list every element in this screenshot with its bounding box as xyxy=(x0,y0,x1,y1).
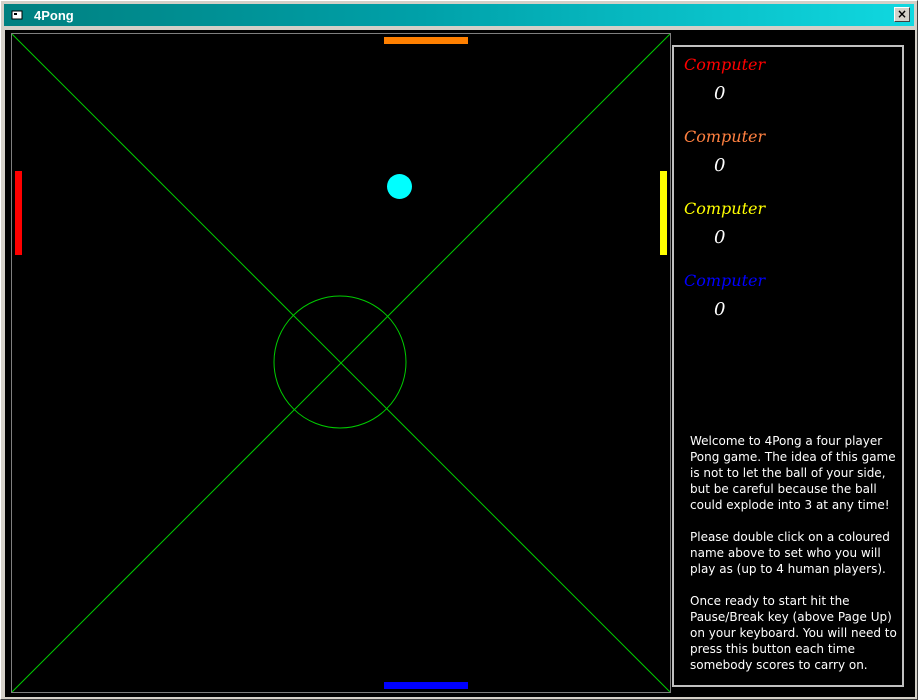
instructions-paragraph-3: Once ready to start hit the Pause/Break … xyxy=(690,594,897,672)
paddle-right xyxy=(660,171,667,255)
window-title: 4Pong xyxy=(34,8,74,23)
instructions-paragraph-1: Welcome to 4Pong a four player Pong game… xyxy=(690,434,896,512)
ball xyxy=(387,174,412,199)
player-4-name[interactable]: Computer xyxy=(684,271,765,290)
close-icon: × xyxy=(896,7,908,21)
title-bar[interactable]: 4Pong × xyxy=(4,4,914,26)
game-area: Computer 0 Computer 0 Computer 0 Compute… xyxy=(5,30,915,697)
paddle-top xyxy=(384,37,468,44)
player-1-score: 0 xyxy=(714,83,726,104)
app-icon xyxy=(11,10,23,20)
player-4-score: 0 xyxy=(714,299,726,320)
player-1-name[interactable]: Computer xyxy=(684,55,765,74)
game-window: 4Pong × Computer 0 Computer 0 Computer 0… xyxy=(0,0,918,700)
court-lines xyxy=(12,34,670,692)
paddle-left xyxy=(15,171,22,255)
instructions-text: Welcome to 4Pong a four player Pong game… xyxy=(690,433,900,689)
player-3-score: 0 xyxy=(714,227,726,248)
player-3-name[interactable]: Computer xyxy=(684,199,765,218)
close-button[interactable]: × xyxy=(894,7,910,22)
player-2-name[interactable]: Computer xyxy=(684,127,765,146)
playfield[interactable] xyxy=(11,33,671,693)
paddle-bottom xyxy=(384,682,468,689)
instructions-paragraph-2: Please double click on a coloured name a… xyxy=(690,530,890,576)
player-2-score: 0 xyxy=(714,155,726,176)
score-panel: Computer 0 Computer 0 Computer 0 Compute… xyxy=(672,45,904,687)
